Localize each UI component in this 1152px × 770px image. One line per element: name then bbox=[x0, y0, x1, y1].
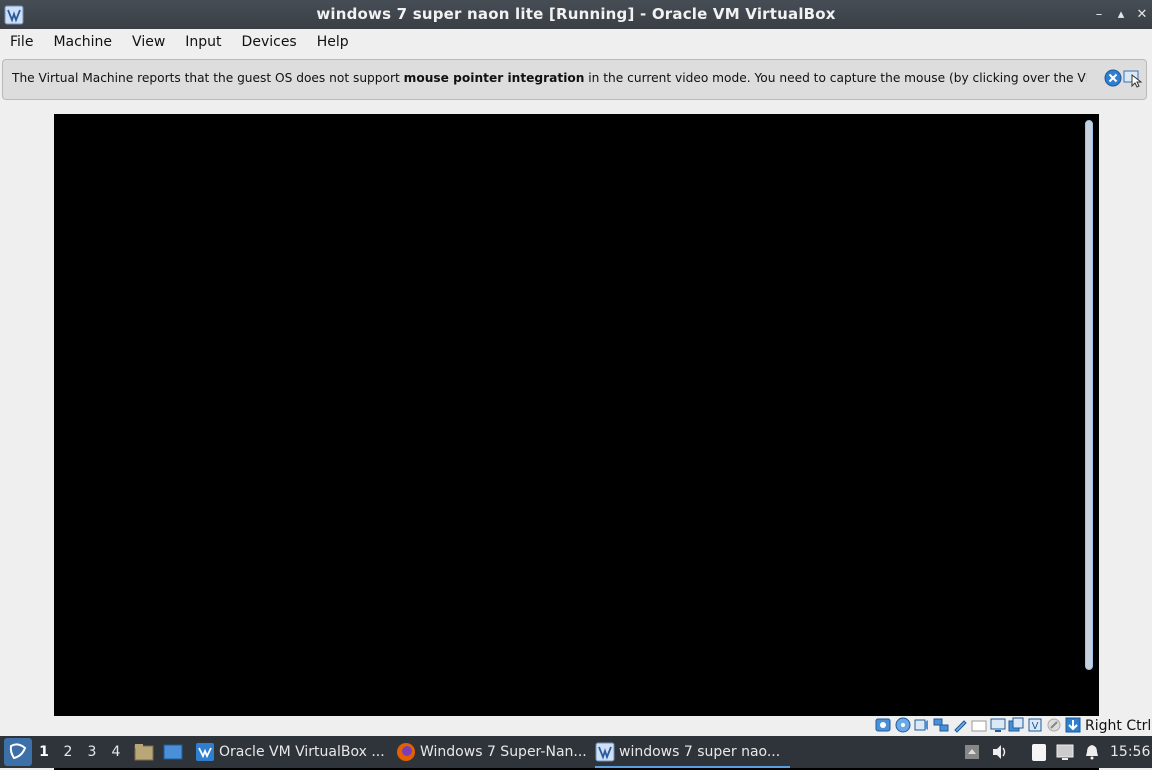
maximize-button[interactable]: ▴ bbox=[1110, 0, 1132, 29]
close-notice-icon[interactable] bbox=[1104, 69, 1122, 87]
volume-icon[interactable] bbox=[990, 742, 1010, 762]
vm-screen[interactable] bbox=[54, 114, 1099, 770]
desktop-3[interactable]: 3 bbox=[81, 736, 103, 768]
file-manager-icon[interactable] bbox=[134, 743, 154, 761]
audio-icon[interactable] bbox=[913, 717, 929, 733]
start-menu-button[interactable] bbox=[4, 738, 32, 766]
vm-window-icon bbox=[595, 742, 615, 762]
clipboard-icon[interactable] bbox=[1029, 742, 1049, 762]
start-menu-icon bbox=[9, 743, 27, 760]
network-icon[interactable] bbox=[933, 717, 949, 733]
mouse-integration-notice: The Virtual Machine reports that the gue… bbox=[2, 59, 1147, 100]
menu-machine[interactable]: Machine bbox=[43, 29, 122, 56]
menu-help[interactable]: Help bbox=[307, 29, 359, 56]
no-mouse-pointer-icon[interactable] bbox=[1123, 68, 1143, 88]
notifications-icon[interactable] bbox=[1082, 742, 1102, 762]
desktop-4[interactable]: 4 bbox=[105, 736, 127, 768]
menu-view[interactable]: View bbox=[122, 29, 175, 56]
display-icon[interactable] bbox=[990, 717, 1006, 733]
vertical-scrollbar[interactable] bbox=[1085, 120, 1093, 670]
vm-display-area bbox=[0, 56, 1152, 770]
keyboard-capture-icon[interactable] bbox=[1065, 717, 1081, 733]
task-vm-window[interactable]: windows 7 super nao... bbox=[595, 736, 790, 768]
minimize-button[interactable]: – bbox=[1088, 0, 1110, 29]
desktop-1[interactable]: 1 bbox=[33, 736, 55, 768]
window-titlebar[interactable]: windows 7 super naon lite [Running] - Or… bbox=[0, 0, 1152, 29]
notice-text-before: The Virtual Machine reports that the gue… bbox=[12, 71, 404, 85]
virtualbox-icon bbox=[196, 743, 214, 761]
task-label: Windows 7 Super-Nan... bbox=[420, 744, 586, 760]
tray-expand-icon[interactable] bbox=[962, 742, 982, 762]
vm-status-bar: V Right Ctrl bbox=[0, 716, 1152, 736]
show-desktop-icon[interactable] bbox=[163, 743, 183, 761]
svg-text:V: V bbox=[1032, 721, 1039, 732]
network-tray-icon[interactable] bbox=[1055, 742, 1075, 762]
close-button[interactable]: ✕ bbox=[1131, 0, 1152, 29]
usb-icon[interactable] bbox=[952, 717, 968, 733]
menu-input[interactable]: Input bbox=[175, 29, 231, 56]
hard-disk-icon[interactable] bbox=[875, 717, 891, 733]
menu-devices[interactable]: Devices bbox=[232, 29, 307, 56]
notice-text: The Virtual Machine reports that the gue… bbox=[12, 60, 1087, 99]
task-firefox[interactable]: Windows 7 Super-Nan... bbox=[396, 736, 586, 768]
task-label: Oracle VM VirtualBox ... bbox=[219, 744, 385, 760]
host-key-label: Right Ctrl bbox=[1085, 718, 1152, 734]
clock: 15:56 bbox=[1110, 744, 1151, 760]
notice-text-bold: mouse pointer integration bbox=[403, 71, 585, 85]
notice-text-after: in the current video mode. You need to c… bbox=[588, 71, 1087, 85]
window-title: windows 7 super naon lite [Running] - Or… bbox=[316, 5, 836, 23]
menu-bar: File Machine View Input Devices Help bbox=[0, 29, 1152, 56]
optical-disk-icon[interactable] bbox=[895, 717, 911, 733]
mouse-integration-icon[interactable] bbox=[1046, 717, 1062, 733]
task-virtualbox-manager[interactable]: Oracle VM VirtualBox ... bbox=[195, 736, 387, 768]
taskbar: 1 2 3 4 Oracle VM VirtualBox ... Windows… bbox=[0, 736, 1152, 768]
cpu-icon[interactable]: V bbox=[1027, 717, 1043, 733]
firefox-icon bbox=[397, 743, 415, 761]
task-label: windows 7 super nao... bbox=[619, 744, 781, 760]
video-capture-icon[interactable] bbox=[1008, 717, 1024, 733]
menu-file[interactable]: File bbox=[0, 29, 43, 56]
shared-folders-icon[interactable] bbox=[971, 717, 987, 733]
desktop-2[interactable]: 2 bbox=[57, 736, 79, 768]
